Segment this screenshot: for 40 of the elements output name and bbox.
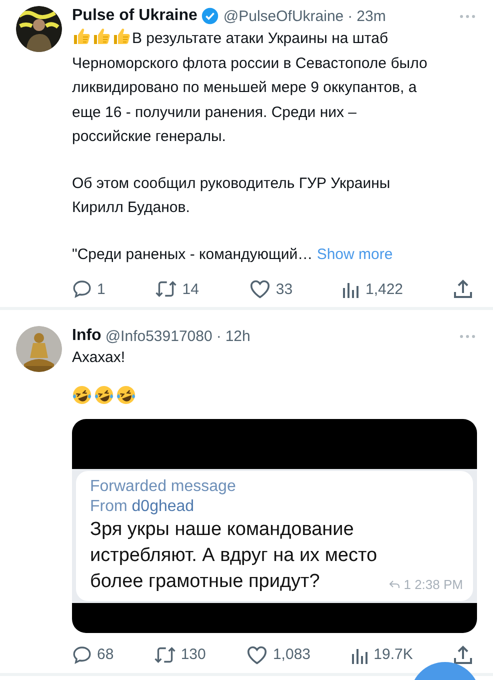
share-icon[interactable] <box>452 644 473 664</box>
forwarded-label: Forwarded message <box>90 476 237 496</box>
post-time: 12h <box>225 328 250 344</box>
reply-icon <box>72 279 92 299</box>
post-text: "Среди раненых - командующий… Show more <box>72 244 394 264</box>
like-button[interactable]: 33 <box>248 279 293 299</box>
post-text: Ахахах! <box>72 348 126 368</box>
separator-dot: · <box>216 328 222 344</box>
repost-icon <box>155 279 178 299</box>
author-name[interactable]: Info <box>72 327 102 345</box>
author-handle[interactable]: @Info53917080 <box>105 328 212 344</box>
post-time: 23m <box>356 8 386 24</box>
laughing-emoji-icon <box>116 384 136 404</box>
thumbs-up-emoji-icon <box>72 26 92 46</box>
share-icon[interactable] <box>452 279 473 299</box>
message-text: Зря укры наше командование истребляют. А вдруг на их место более грамотные придут? <box>90 518 378 594</box>
repost-button[interactable]: 14 <box>155 279 199 299</box>
author-name[interactable]: Pulse of Ukraine <box>72 7 198 25</box>
message-time: 2:38 PM <box>414 576 463 592</box>
thumbs-up-emoji-icon <box>112 26 132 46</box>
separator-dot: · <box>348 8 353 24</box>
laughing-emoji-icon <box>94 384 114 404</box>
post-text: Об этом сообщил руководитель ГУР Украины Кирилл Буданов. <box>72 174 392 218</box>
reply-count: 1 <box>404 576 411 592</box>
reply-button[interactable]: 68 <box>72 644 114 664</box>
reply-arrow-icon <box>389 580 400 588</box>
views-button[interactable]: 19.7K <box>350 644 413 664</box>
views-button[interactable]: 1,422 <box>342 279 404 299</box>
reply-button[interactable]: 1 <box>72 279 106 299</box>
repost-button[interactable]: 130 <box>154 644 206 664</box>
post-text: В результате атаки Украины на штаб Черноморского флота россии в Севастополе было ликвидировано по меньшей мере 9 оккупантов, а еще 16 - получили ранения. Среди них – российские генералы. <box>72 26 428 150</box>
sender-label: From d0ghead <box>90 496 196 516</box>
laughing-emoji-icon <box>72 384 92 404</box>
heart-icon <box>246 644 268 664</box>
heart-icon <box>248 279 271 299</box>
repost-icon <box>154 644 176 664</box>
thumbs-up-emoji-icon <box>92 26 112 46</box>
like-button[interactable]: 1,083 <box>246 644 311 664</box>
author-handle[interactable]: @PulseOfUkraine <box>223 8 344 24</box>
reply-icon <box>72 644 92 664</box>
